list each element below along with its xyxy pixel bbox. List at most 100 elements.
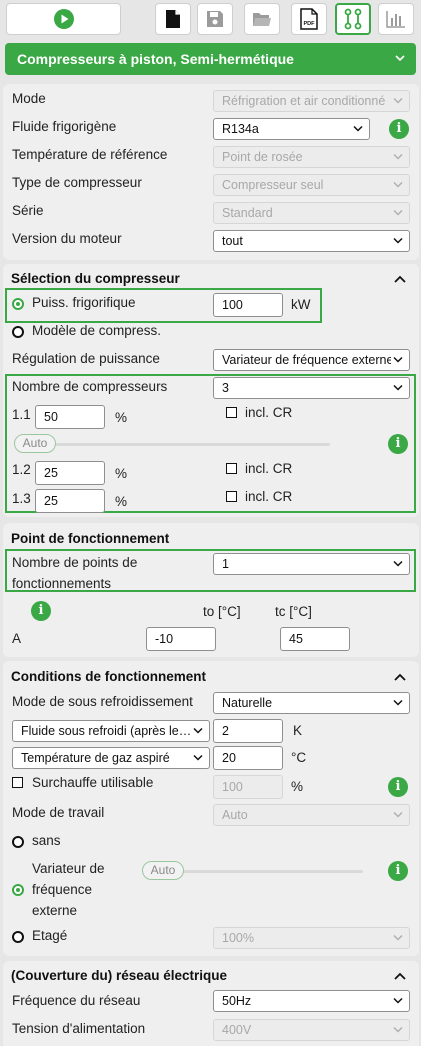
- count-value: 3: [222, 381, 229, 395]
- motor-select[interactable]: tout: [213, 230, 410, 252]
- reftemp-label: Température de référence: [12, 147, 168, 162]
- subcool-mode-value: Naturelle: [222, 696, 273, 710]
- chevron-down-icon: [391, 350, 403, 364]
- freq-label: Fréquence du réseau: [12, 993, 141, 1008]
- comp2-input[interactable]: 25: [35, 461, 105, 485]
- point-count-value: 1: [222, 557, 229, 571]
- superheat-label: Surchauffe utilisable: [32, 775, 154, 790]
- comp1-cr-label: incl. CR: [245, 405, 293, 420]
- mode-select[interactable]: Réfrigration et air conditionné: [213, 90, 410, 112]
- run-button[interactable]: [6, 3, 121, 35]
- comp3-label: 1.3: [12, 491, 31, 506]
- model-label: Modèle de compress.: [32, 323, 162, 338]
- capacity-slider-track[interactable]: [45, 443, 330, 446]
- comp2-cr-checkbox[interactable]: [226, 463, 237, 474]
- freq-select[interactable]: 50Hz: [213, 990, 410, 1012]
- superheat-checkbox[interactable]: [12, 777, 23, 788]
- open-folder-icon: [253, 13, 271, 26]
- chevron-down-icon: [393, 928, 403, 942]
- fluid-info-icon[interactable]: i: [389, 119, 409, 139]
- suction-input[interactable]: 20: [213, 746, 283, 770]
- chevron-down-icon: [393, 554, 403, 568]
- chevron-up-icon[interactable]: [393, 274, 407, 284]
- superheat-info-icon[interactable]: i: [388, 777, 408, 797]
- count-select[interactable]: 3: [213, 377, 410, 399]
- comp3-input[interactable]: 25: [35, 489, 105, 513]
- new-file-icon: [166, 10, 180, 28]
- series-value: Standard: [222, 206, 273, 220]
- comp1-input[interactable]: 50: [35, 405, 105, 429]
- product-group-dropdown[interactable]: Compresseurs à piston, Semi-hermétique: [5, 43, 416, 75]
- operating-point-info-icon[interactable]: i: [31, 601, 51, 621]
- comp1-cr-checkbox[interactable]: [226, 407, 237, 418]
- mode-stage-radio[interactable]: [12, 931, 24, 943]
- superheat-unit: %: [291, 779, 304, 794]
- chevron-down-icon: [393, 203, 403, 217]
- stage-select[interactable]: 100%: [213, 927, 410, 949]
- mode-vfd-label-1: Variateur de: [32, 861, 105, 876]
- superheat-input[interactable]: 100: [213, 775, 283, 799]
- mode-sans-radio[interactable]: [12, 836, 24, 848]
- subcool-mode-select[interactable]: Naturelle: [213, 692, 410, 714]
- selection-title: Sélection du compresseur: [11, 271, 180, 286]
- voltage-select[interactable]: 400V: [213, 1019, 410, 1041]
- pdf-icon: PDF: [300, 8, 318, 30]
- save-button[interactable]: [197, 3, 233, 35]
- capacity-radio[interactable]: [12, 298, 24, 310]
- new-file-button[interactable]: [155, 3, 191, 35]
- reftemp-select[interactable]: Point de rosée: [213, 146, 410, 168]
- comp1-unit: %: [115, 410, 128, 425]
- chart-icon: [386, 11, 405, 28]
- vfd-auto-slider-handle[interactable]: Auto: [142, 861, 184, 880]
- suction-type-select[interactable]: Température de gaz aspiré: [12, 747, 210, 769]
- stage-value: 100%: [222, 931, 254, 945]
- work-mode-label: Mode de travail: [12, 805, 105, 820]
- pdf-icon-text: PDF: [304, 21, 316, 27]
- point-count-select[interactable]: 1: [213, 553, 410, 575]
- conditions-title: Conditions de fonctionnement: [11, 669, 206, 684]
- chevron-down-icon: [393, 147, 403, 161]
- tc-input[interactable]: 45: [280, 627, 350, 651]
- chart-button[interactable]: [378, 3, 414, 35]
- series-select[interactable]: Standard: [213, 202, 410, 224]
- mode-stage-label: Etagé: [32, 928, 68, 943]
- work-mode-select[interactable]: Auto: [213, 804, 410, 826]
- chevron-down-icon: [393, 91, 403, 105]
- mode-vfd-label-3: externe: [32, 903, 78, 918]
- vfd-slider-track[interactable]: [173, 870, 363, 873]
- fluid-label: Fluide frigorigène: [12, 119, 117, 134]
- chevron-down-icon: [393, 991, 403, 1005]
- capacity-input[interactable]: 100: [213, 293, 283, 317]
- point-count-label-2: fonctionnements: [12, 576, 112, 591]
- chevron-up-icon[interactable]: [393, 672, 407, 682]
- fluid-select[interactable]: R134a: [213, 118, 370, 140]
- chevron-down-icon: [393, 231, 403, 245]
- suction-type-value: Température de gaz aspiré: [21, 751, 170, 765]
- chevron-up-icon[interactable]: [393, 971, 407, 981]
- save-icon: [207, 11, 223, 27]
- chevron-down-icon: [393, 693, 403, 707]
- series-label: Série: [12, 203, 44, 218]
- vfd-info-icon[interactable]: i: [388, 861, 408, 881]
- count-label: Nombre de compresseurs: [12, 379, 168, 394]
- comptype-select[interactable]: Compresseur seul: [213, 174, 410, 196]
- auto-slider-handle[interactable]: Auto: [14, 434, 56, 453]
- chevron-down-icon: [393, 805, 403, 819]
- to-input[interactable]: -10: [146, 627, 216, 651]
- point-row-label: A: [12, 631, 22, 646]
- mode-label: Mode: [12, 91, 46, 106]
- connection-button[interactable]: [335, 3, 371, 35]
- chevron-down-icon: [191, 721, 203, 735]
- pdf-button[interactable]: PDF: [291, 3, 327, 35]
- mode-vfd-radio[interactable]: [12, 884, 24, 896]
- comp2-label: 1.2: [12, 462, 31, 477]
- comp3-cr-checkbox[interactable]: [226, 491, 237, 502]
- subcool-input[interactable]: 2: [213, 719, 283, 743]
- compressor-info-icon[interactable]: i: [388, 434, 408, 454]
- regulation-select[interactable]: Variateur de fréquence externe: [213, 349, 410, 371]
- model-radio[interactable]: [12, 326, 24, 338]
- capacity-label: Puiss. frigorifique: [32, 295, 136, 310]
- subcool-type-select[interactable]: Fluide sous refroidi (après le…: [12, 720, 210, 742]
- open-folder-button[interactable]: [244, 3, 280, 35]
- subcool-type-value: Fluide sous refroidi (après le…: [21, 724, 192, 738]
